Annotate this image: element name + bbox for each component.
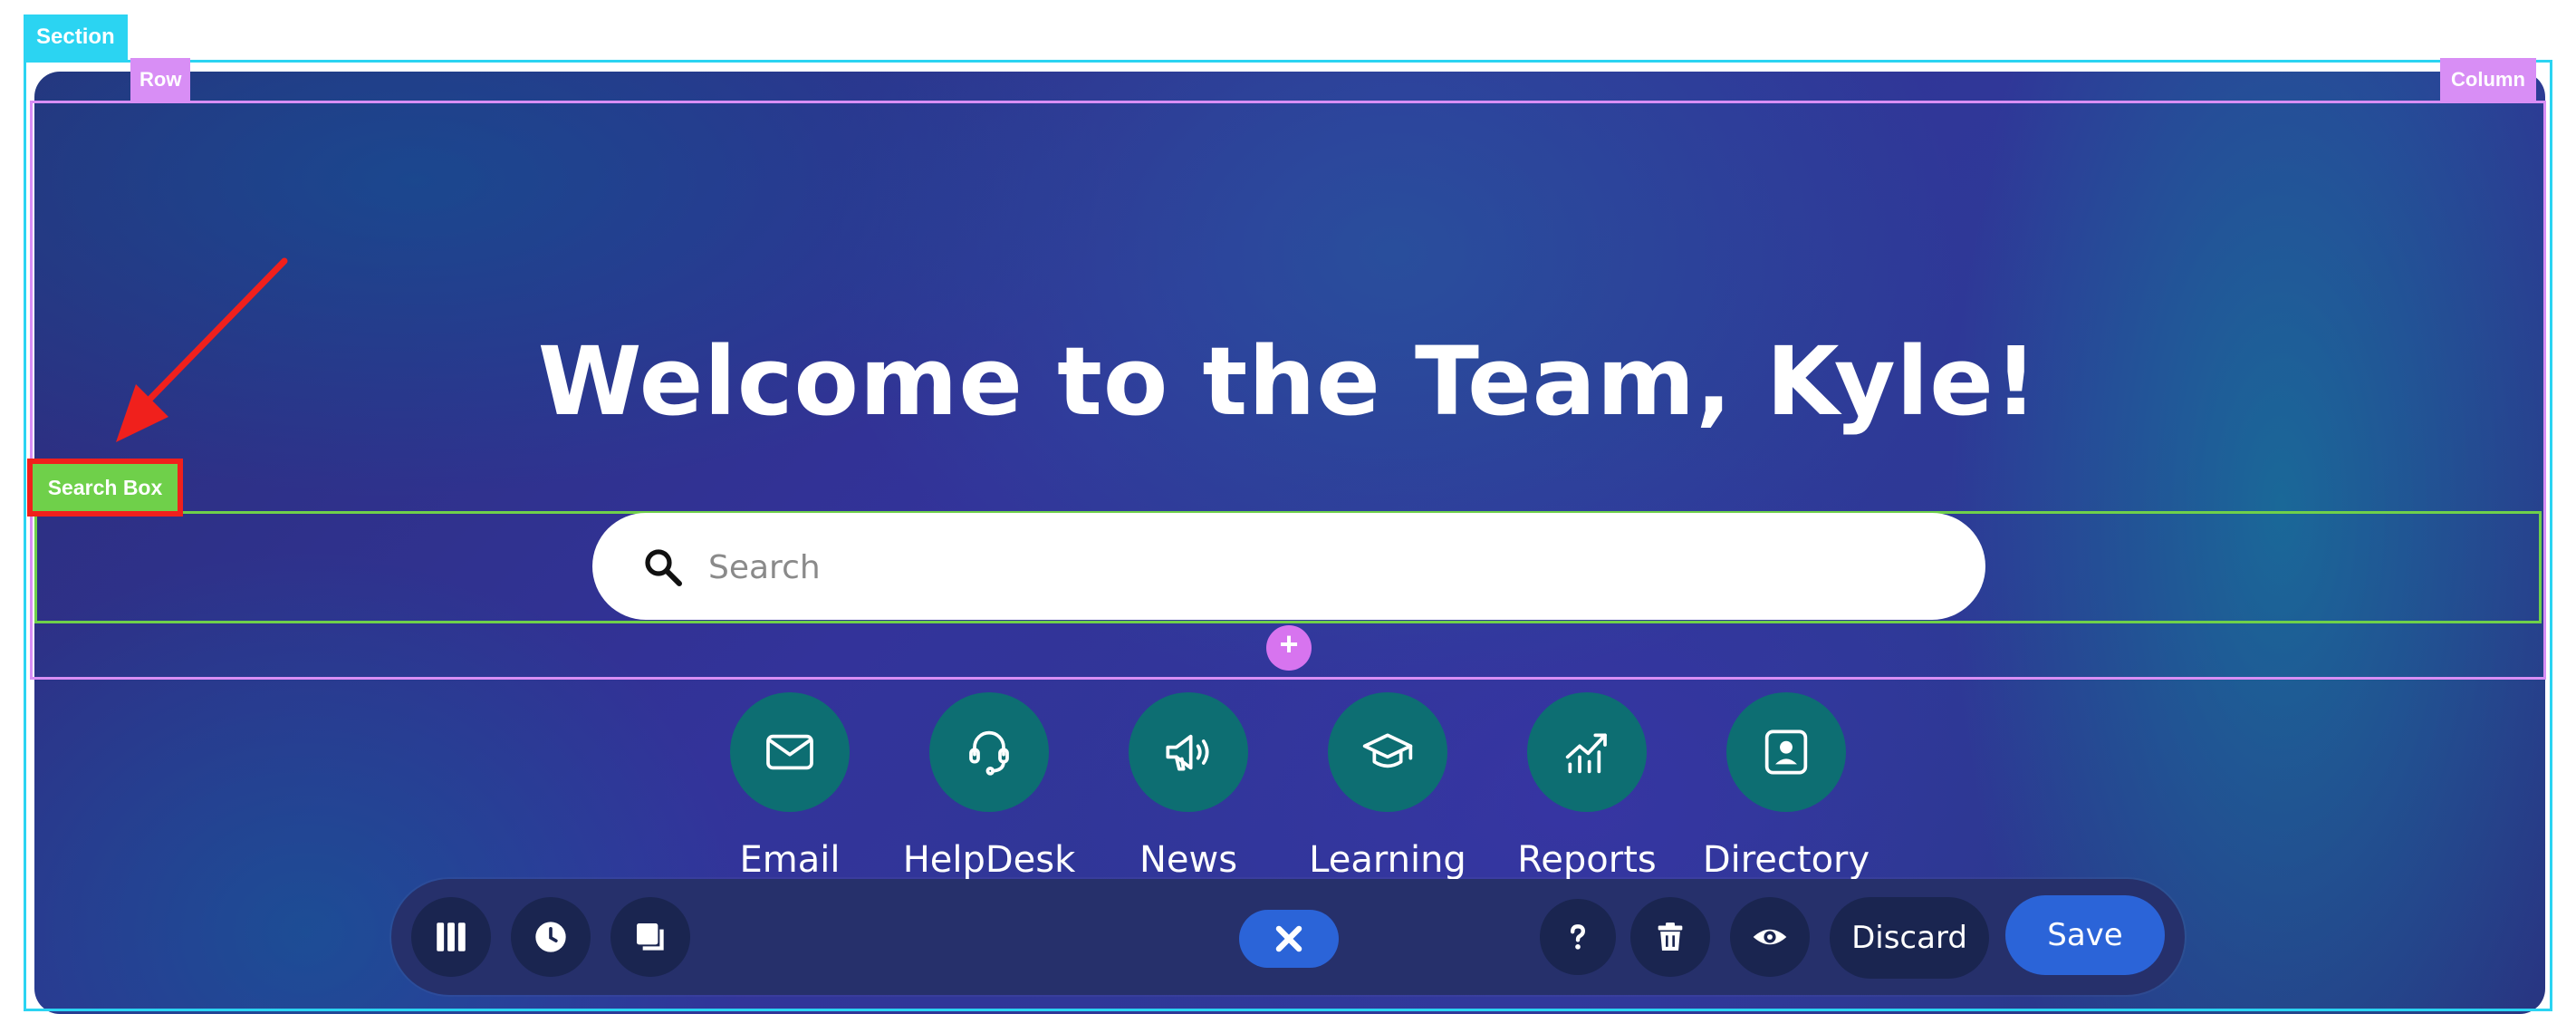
- search-box-tag[interactable]: Search Box: [27, 459, 183, 517]
- quick-link-label: News: [1139, 839, 1238, 881]
- help-button[interactable]: [1540, 899, 1616, 975]
- headset-icon: [969, 730, 1009, 776]
- quick-link-label: Directory: [1702, 839, 1870, 881]
- help-icon: [1571, 924, 1586, 950]
- close-button[interactable]: [1239, 910, 1339, 968]
- quick-link-label: Learning: [1309, 839, 1466, 881]
- eye-icon: [1753, 929, 1787, 945]
- quick-link-helpdesk[interactable]: HelpDesk: [899, 692, 1080, 881]
- save-button[interactable]: Save: [2005, 895, 2165, 975]
- graduation-cap-icon: [1362, 733, 1413, 768]
- columns-button[interactable]: [411, 897, 491, 977]
- close-icon: [1275, 925, 1302, 952]
- contact-card-icon: [1764, 729, 1808, 775]
- preview-button[interactable]: [1730, 897, 1810, 977]
- envelope-icon: [766, 734, 813, 770]
- quick-link-reports[interactable]: Reports: [1496, 692, 1677, 881]
- editor-toolbar: Discard Save: [391, 879, 2185, 995]
- trash-icon: [1658, 922, 1683, 951]
- delete-button[interactable]: [1630, 897, 1710, 977]
- quick-link-email[interactable]: Email: [699, 692, 880, 881]
- duplicate-button[interactable]: [610, 897, 690, 977]
- megaphone-icon: [1166, 734, 1209, 771]
- annotation-arrow: [116, 257, 288, 442]
- quick-link-news[interactable]: News: [1098, 692, 1279, 881]
- copy-icon: [637, 923, 664, 951]
- discard-button[interactable]: Discard: [1830, 897, 1989, 979]
- add-element-button[interactable]: +: [1266, 625, 1312, 671]
- history-button[interactable]: [511, 897, 591, 977]
- columns-icon: [437, 922, 466, 951]
- quick-link-learning[interactable]: Learning: [1297, 692, 1478, 881]
- clock-icon: [535, 922, 566, 952]
- quick-link-label: HelpDesk: [902, 839, 1076, 881]
- quick-link-label: Email: [739, 839, 841, 881]
- quick-link-directory[interactable]: Directory: [1696, 692, 1877, 881]
- quick-link-label: Reports: [1517, 839, 1657, 881]
- chart-trend-icon: [1565, 733, 1607, 774]
